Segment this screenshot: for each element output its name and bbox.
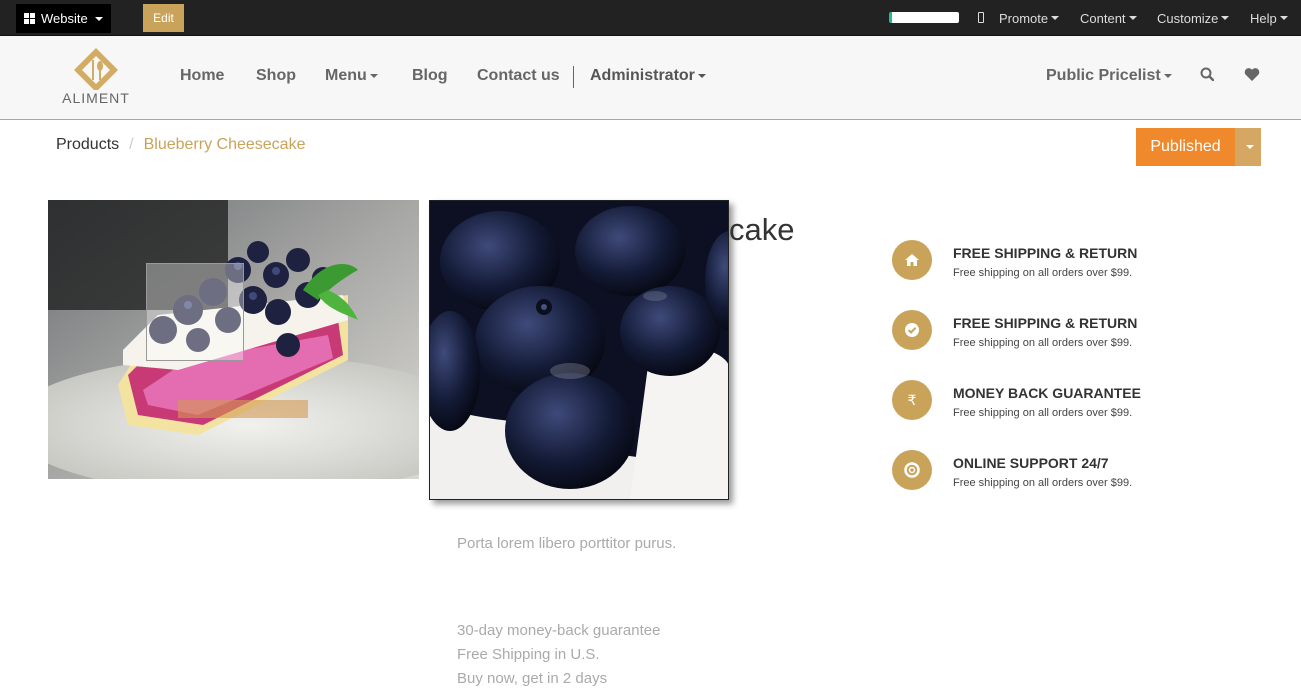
perk-icon-circle (892, 310, 932, 350)
breadcrumb-separator: / (129, 136, 134, 153)
perk-title: FREE SHIPPING & RETURN (953, 315, 1138, 331)
main-navbar: ALIMENT Home Shop Menu Blog Contact us A… (0, 36, 1301, 120)
nav-administrator[interactable]: Administrator (590, 36, 706, 116)
perk-title: FREE SHIPPING & RETURN (953, 245, 1138, 261)
perk-subtitle: Free shipping on all orders over $99. (953, 407, 1133, 419)
breadcrumb: Products / Blueberry Cheesecake (56, 136, 305, 154)
mobile-preview-icon[interactable] (978, 12, 984, 23)
product-title: cake (729, 212, 795, 247)
perk-item: ONLINE SUPPORT 24/7 Free shipping on all… (892, 450, 1192, 494)
product-features: 30-day money-back guarantee Free Shippin… (457, 619, 660, 691)
lifebuoy-icon (904, 462, 920, 478)
rupee-icon: ₹ (907, 391, 917, 408)
content-menu[interactable]: Content (1080, 0, 1137, 36)
heart-icon[interactable] (1244, 67, 1260, 82)
caret-down-icon (1051, 16, 1060, 20)
caret-down-icon (1221, 16, 1230, 20)
feature-item: Free Shipping in U.S. (457, 646, 600, 663)
perk-subtitle: Free shipping on all orders over $99. (953, 477, 1133, 489)
breadcrumb-products-link[interactable]: Products (56, 136, 119, 154)
publish-toggle: Published (1136, 128, 1261, 166)
promote-menu[interactable]: Promote (999, 0, 1060, 36)
perk-icon-circle: ₹ (892, 380, 932, 420)
perk-icon-circle (892, 240, 932, 280)
site-logo[interactable]: ALIMENT (56, 46, 136, 110)
perk-title: ONLINE SUPPORT 24/7 (953, 455, 1109, 471)
perk-item: ₹ MONEY BACK GUARANTEE Free shipping on … (892, 380, 1192, 424)
zoom-preview (429, 200, 729, 500)
caret-down-icon (697, 74, 706, 78)
apps-grid-icon (24, 13, 35, 24)
publish-dropdown-toggle[interactable] (1235, 128, 1261, 166)
zoom-lens[interactable] (146, 263, 244, 361)
nav-divider (573, 66, 574, 88)
perk-icon-circle (892, 450, 932, 490)
perk-title: MONEY BACK GUARANTEE (953, 385, 1141, 401)
product-description: Porta lorem libero porttitor purus. (457, 535, 677, 552)
logo-text: ALIMENT (62, 90, 130, 106)
perk-item: FREE SHIPPING & RETURN Free shipping on … (892, 310, 1192, 354)
website-menu-button[interactable]: Website (16, 4, 111, 33)
nav-shop[interactable]: Shop (256, 36, 296, 116)
caret-down-icon (369, 74, 378, 78)
perk-subtitle: Free shipping on all orders over $99. (953, 267, 1133, 279)
feature-item: Buy now, get in 2 days (457, 670, 608, 687)
progress-bar (889, 12, 959, 23)
nav-menu[interactable]: Menu (325, 36, 378, 116)
website-menu-label: Website (41, 11, 88, 26)
edit-button[interactable]: Edit (143, 4, 184, 32)
zoomed-blueberries-photo (430, 201, 728, 499)
perk-subtitle: Free shipping on all orders over $99. (953, 337, 1133, 349)
caret-down-icon (1245, 145, 1254, 149)
published-button[interactable]: Published (1136, 128, 1235, 166)
nav-blog[interactable]: Blog (412, 36, 448, 116)
caret-down-icon (1163, 74, 1172, 78)
nav-contact-us[interactable]: Contact us (477, 36, 560, 116)
help-menu[interactable]: Help (1250, 0, 1288, 36)
caret-down-icon (1279, 16, 1288, 20)
home-icon (905, 254, 919, 266)
check-icon (905, 323, 919, 337)
nav-home[interactable]: Home (180, 36, 224, 116)
pricelist-dropdown[interactable]: Public Pricelist (1046, 36, 1172, 116)
perk-item: FREE SHIPPING & RETURN Free shipping on … (892, 240, 1192, 284)
customize-menu[interactable]: Customize (1157, 0, 1230, 36)
admin-bar: Website Edit Promote Content Customize H… (0, 0, 1301, 36)
search-icon[interactable] (1200, 67, 1214, 81)
feature-item: 30-day money-back guarantee (457, 622, 661, 639)
caret-down-icon (94, 16, 103, 21)
logo-emblem-icon (74, 48, 118, 92)
caret-down-icon (1128, 16, 1137, 20)
breadcrumb-current: Blueberry Cheesecake (143, 136, 306, 153)
